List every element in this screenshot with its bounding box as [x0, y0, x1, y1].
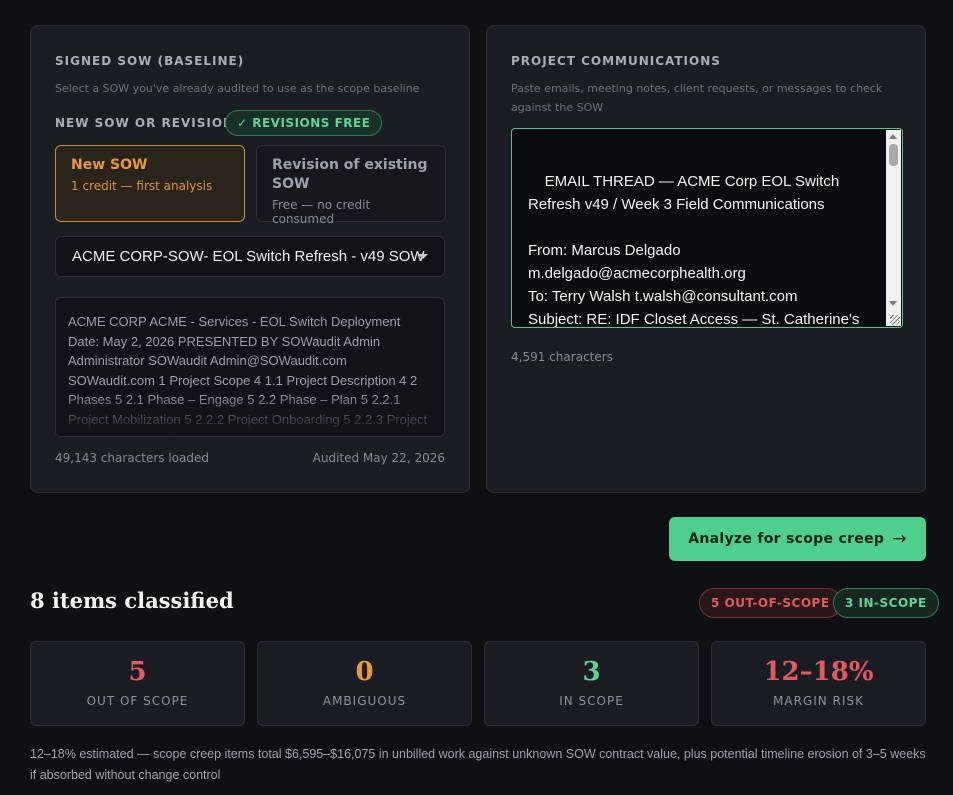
new-sow-desc: 1 credit — first analysis [71, 179, 213, 193]
stat-label: OUT OF SCOPE [86, 694, 189, 708]
preview-fade [56, 392, 444, 436]
communications-textarea[interactable]: EMAIL THREAD — ACME Corp EOL Switch Refr… [511, 128, 903, 328]
communications-char-count: 4,591 characters [511, 350, 613, 364]
audited-date: Audited May 22, 2026 [312, 451, 445, 465]
communications-text: EMAIL THREAD — ACME Corp EOL Switch Refr… [528, 173, 860, 328]
stat-label: IN SCOPE [559, 694, 624, 708]
chevron-down-icon [418, 254, 428, 259]
sow-select[interactable]: ACME CORP-SOW- EOL Switch Refresh - v49 … [55, 236, 445, 277]
communications-title: PROJECT COMMUNICATIONS [511, 54, 721, 68]
scroll-up-icon[interactable] [889, 134, 897, 139]
stat-label: MARGIN RISK [773, 694, 864, 708]
baseline-hint: Select a SOW you've already audited to u… [55, 82, 420, 95]
stat-value: 3 [582, 657, 601, 687]
communications-panel: PROJECT COMMUNICATIONS Paste emails, mee… [486, 25, 926, 493]
revision-title: Revision of existing SOW [272, 157, 428, 192]
results-title: 8 items classified [30, 588, 234, 613]
results-summary: 12–18% estimated — scope creep items tot… [30, 747, 926, 782]
stat-in-scope: 3 IN SCOPE [484, 641, 699, 726]
analyze-button-label: Analyze for scope creep [688, 531, 885, 547]
stat-margin-risk: 12–18% MARGIN RISK [711, 641, 926, 726]
analyze-button[interactable]: Analyze for scope creep → [669, 517, 926, 561]
revision-desc: Free — no credit consumed [272, 198, 371, 226]
stat-label: AMBIGUOUS [322, 694, 407, 708]
stat-value: 12–18% [763, 657, 874, 687]
resize-grip-icon[interactable] [890, 315, 900, 325]
baseline-panel: SIGNED SOW (BASELINE) Select a SOW you'v… [30, 25, 470, 493]
revision-option[interactable]: Revision of existing SOW Free — no credi… [256, 145, 446, 226]
chars-loaded: 49,143 characters loaded [55, 451, 209, 465]
scroll-down-icon[interactable] [889, 301, 897, 306]
sow-select-value: ACME CORP-SOW- EOL Switch Refresh - v49 … [72, 248, 425, 265]
new-sow-title: New SOW [71, 157, 148, 173]
stat-value: 5 [128, 657, 147, 687]
sow-preview: ACME CORP ACME - Services - EOL Switch D… [55, 297, 445, 437]
stat-out-of-scope: 5 OUT OF SCOPE [30, 641, 245, 726]
scroll-thumb[interactable] [889, 144, 898, 166]
communications-hint: Paste emails, meeting notes, client requ… [511, 82, 883, 114]
textarea-scrollbar[interactable] [886, 130, 901, 326]
revisions-free-badge: ✓ REVISIONS FREE [225, 110, 383, 136]
in-scope-pill[interactable]: 3 IN-SCOPE [833, 588, 939, 618]
sow-type-label: NEW SOW OR REVISION? [55, 116, 243, 130]
arrow-right-icon: → [892, 529, 907, 549]
stat-ambiguous: 0 AMBIGUOUS [257, 641, 472, 726]
out-of-scope-pill[interactable]: 5 OUT-OF-SCOPE [699, 588, 842, 618]
baseline-title: SIGNED SOW (BASELINE) [55, 54, 245, 68]
new-sow-option[interactable]: New SOW 1 credit — first analysis [55, 145, 245, 222]
stat-value: 0 [355, 657, 374, 687]
